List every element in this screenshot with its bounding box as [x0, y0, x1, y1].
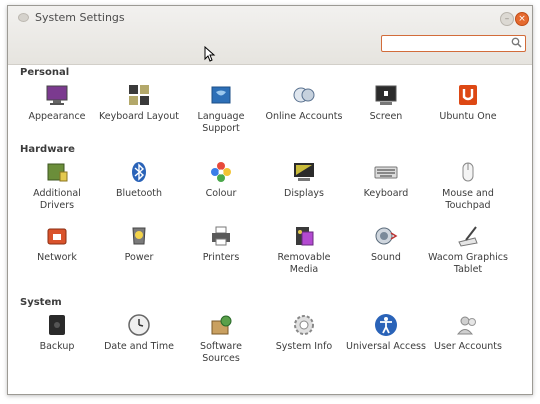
printer-icon — [212, 226, 230, 246]
item-network[interactable]: Network — [17, 224, 97, 264]
item-system-info[interactable]: System Info — [264, 313, 344, 353]
item-language-support[interactable]: Language Support — [181, 83, 261, 135]
clock-icon — [128, 314, 150, 336]
system-settings-window: System Settings – × Personal Appearance … — [7, 5, 533, 395]
item-bluetooth[interactable]: Bluetooth — [99, 160, 179, 200]
item-appearance[interactable]: Appearance — [17, 83, 97, 123]
system-info-icon — [294, 315, 314, 335]
item-date-time[interactable]: Date and Time — [99, 313, 179, 353]
item-keyboard-layout[interactable]: Keyboard Layout — [99, 83, 179, 123]
item-wacom-tablet[interactable]: Wacom Graphics Tablet — [428, 224, 508, 276]
item-user-accounts[interactable]: User Accounts — [428, 313, 508, 353]
software-sources-icon — [211, 315, 232, 335]
user-accounts-icon — [456, 316, 476, 335]
mouse-icon — [462, 162, 474, 182]
universal-access-icon — [375, 314, 397, 336]
keyboard-icon — [374, 166, 398, 179]
screen-icon — [375, 85, 397, 105]
item-mouse-touchpad[interactable]: Mouse and Touchpad — [428, 160, 508, 212]
search-input[interactable] — [381, 35, 526, 52]
minimize-button[interactable]: – — [500, 12, 514, 26]
language-support-icon — [211, 86, 231, 104]
item-backup[interactable]: Backup — [17, 313, 97, 353]
window-menu-icon[interactable] — [18, 13, 29, 22]
appearance-icon — [46, 85, 68, 105]
close-button[interactable]: × — [515, 12, 529, 26]
item-additional-drivers[interactable]: Additional Drivers — [17, 160, 97, 212]
sound-icon — [375, 227, 398, 245]
backup-icon — [49, 315, 65, 335]
mouse-pointer-icon — [204, 46, 216, 62]
wacom-tablet-icon — [458, 226, 478, 247]
section-title-hardware: Hardware — [20, 144, 75, 155]
bluetooth-icon — [132, 162, 146, 182]
item-printers[interactable]: Printers — [181, 224, 261, 264]
item-colour[interactable]: Colour — [181, 160, 261, 200]
online-accounts-icon — [293, 87, 315, 103]
keyboard-layout-icon — [129, 85, 149, 105]
ubuntu-one-icon — [459, 85, 477, 105]
item-online-accounts[interactable]: Online Accounts — [264, 83, 344, 123]
window-title: System Settings — [35, 11, 125, 24]
removable-media-icon — [296, 227, 314, 246]
title-bar[interactable]: System Settings – × — [8, 6, 532, 65]
item-universal-access[interactable]: Universal Access — [346, 313, 426, 353]
displays-icon — [294, 163, 314, 181]
item-removable-media[interactable]: Removable Media — [264, 224, 344, 276]
section-title-system: System — [20, 297, 62, 308]
colour-icon — [211, 162, 231, 182]
search-icon — [511, 37, 522, 48]
item-sound[interactable]: Sound — [346, 224, 426, 264]
item-ubuntu-one[interactable]: Ubuntu One — [428, 83, 508, 123]
item-keyboard[interactable]: Keyboard — [346, 160, 426, 200]
item-power[interactable]: Power — [99, 224, 179, 264]
network-icon — [47, 228, 67, 245]
item-software-sources[interactable]: Software Sources — [181, 313, 261, 365]
power-icon — [132, 227, 146, 245]
section-title-personal: Personal — [20, 67, 70, 78]
item-displays[interactable]: Displays — [264, 160, 344, 200]
item-screen[interactable]: Screen — [346, 83, 426, 123]
additional-drivers-icon — [47, 163, 68, 182]
